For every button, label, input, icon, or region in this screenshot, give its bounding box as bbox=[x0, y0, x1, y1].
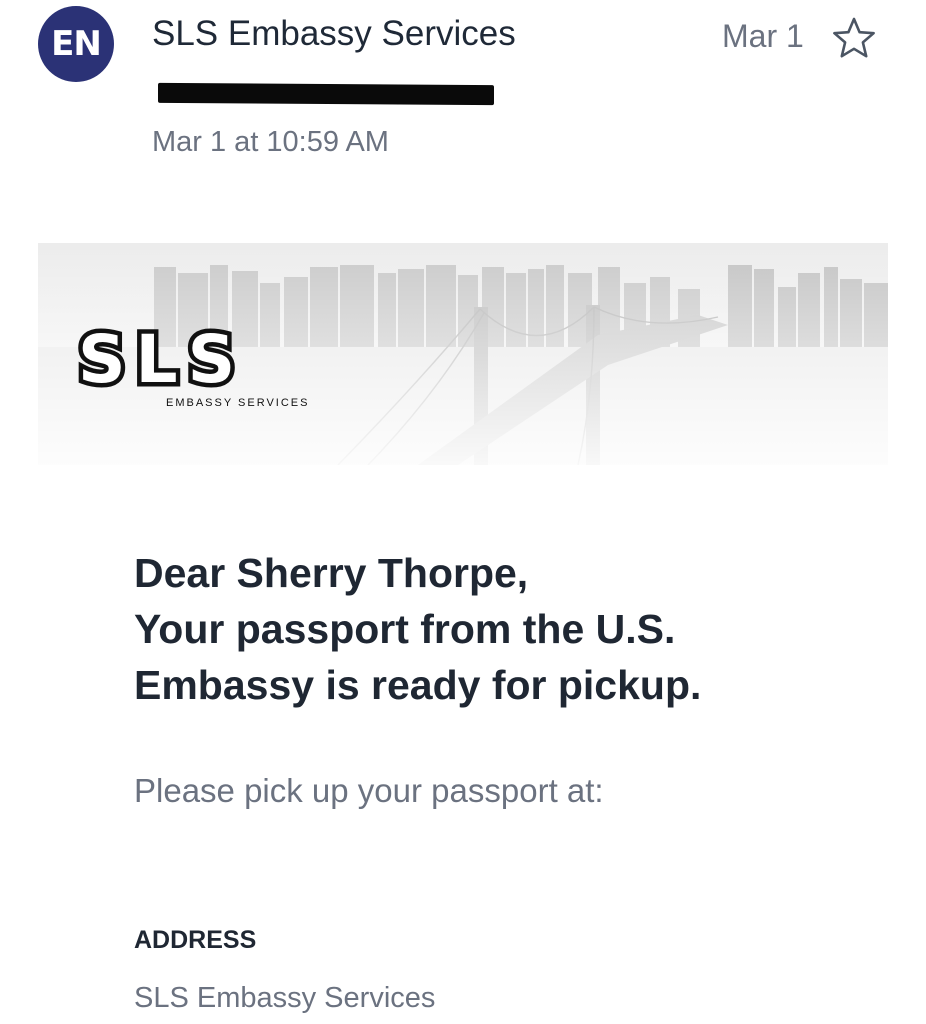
pickup-instruction: Please pick up your passport at: bbox=[134, 772, 604, 809]
headline-line-3: Embassy is ready for pickup. bbox=[134, 662, 702, 708]
logo-text: SLS bbox=[74, 321, 246, 398]
address-label: ADDRESS bbox=[134, 926, 257, 954]
address-value: SLS Embassy Services bbox=[134, 982, 436, 1014]
star-outline-icon bbox=[833, 17, 875, 58]
sent-timestamp: Mar 1 at 10:59 AM bbox=[152, 126, 389, 158]
recipient-line-redacted[interactable] bbox=[158, 80, 498, 106]
email-headline: Dear Sherry Thorpe, Your passport from t… bbox=[134, 545, 854, 713]
redaction-bar bbox=[158, 82, 494, 106]
logo-subtitle: EMBASSY SERVICES bbox=[166, 397, 310, 409]
email-view: EN SLS Embassy Services Mar 1 Mar 1 at 1… bbox=[0, 0, 926, 1024]
header-banner-image: SLS EMBASSY SERVICES bbox=[38, 243, 888, 465]
sender-avatar[interactable]: EN bbox=[38, 6, 114, 82]
avatar-initials: EN bbox=[51, 24, 102, 64]
email-date: Mar 1 bbox=[722, 18, 804, 54]
star-button[interactable] bbox=[830, 16, 878, 60]
headline-line-1: Dear Sherry Thorpe, bbox=[134, 550, 529, 596]
sender-name[interactable]: SLS Embassy Services bbox=[152, 14, 516, 54]
headline-line-2: Your passport from the U.S. bbox=[134, 606, 676, 652]
sls-logo: SLS EMBASSY SERVICES bbox=[74, 321, 328, 409]
